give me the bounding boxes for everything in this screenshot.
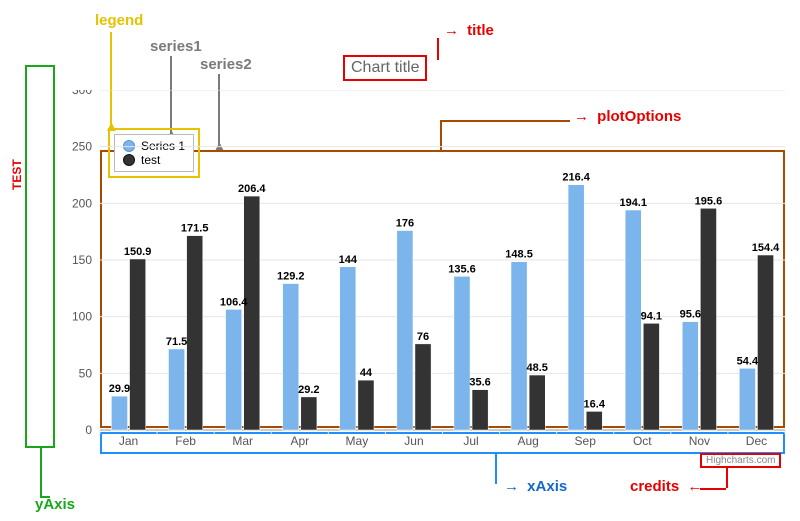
bar[interactable] <box>111 396 127 430</box>
data-label: 194.1 <box>619 197 647 209</box>
data-label: 29.2 <box>298 384 319 396</box>
bar[interactable] <box>700 208 716 430</box>
data-label: 48.5 <box>526 362 547 374</box>
data-label: 54.4 <box>737 355 759 367</box>
data-label: 35.6 <box>469 377 490 389</box>
xaxis-tick: Mar <box>232 434 253 448</box>
bar[interactable] <box>301 397 317 430</box>
arrow-left-icon: ← <box>687 478 702 495</box>
data-label: 16.4 <box>584 398 606 410</box>
bar[interactable] <box>682 322 698 430</box>
data-label: 176 <box>396 218 414 230</box>
data-label: 94.1 <box>641 310 662 322</box>
yaxis-title: TEST <box>10 159 24 190</box>
data-label: 71.5 <box>166 336 187 348</box>
anno-xaxis-line <box>495 452 497 484</box>
data-label: 206.4 <box>238 183 266 195</box>
data-label: 144 <box>339 254 358 266</box>
data-label: 44 <box>360 367 373 379</box>
svg-text:250: 250 <box>72 140 92 154</box>
data-label: 154.4 <box>752 242 780 254</box>
xaxis-tick: Sep <box>575 434 597 448</box>
svg-text:200: 200 <box>72 196 92 210</box>
xaxis-tick: Feb <box>175 434 196 448</box>
bar[interactable] <box>568 185 584 430</box>
xaxis-tick: Dec <box>746 434 767 448</box>
svg-text:50: 50 <box>79 366 93 380</box>
data-label: 171.5 <box>181 223 209 235</box>
bar[interactable] <box>472 390 488 430</box>
anno-credits-label: credits <box>630 478 679 495</box>
anno-xaxis-label: xAxis <box>527 478 567 495</box>
bar[interactable] <box>511 262 527 430</box>
anno-yaxis-line <box>40 448 42 496</box>
bar[interactable] <box>454 276 470 430</box>
xaxis-tick: Aug <box>517 434 538 448</box>
xaxis-tick: Oct <box>633 434 652 448</box>
svg-text:0: 0 <box>85 423 92 437</box>
bar[interactable] <box>226 309 242 430</box>
anno-series2-label: series2 <box>200 56 252 73</box>
arrow-right-icon: → <box>504 478 519 495</box>
data-label: 195.6 <box>695 195 723 207</box>
bar[interactable] <box>415 344 431 430</box>
anno-yaxis-hook <box>40 496 50 498</box>
bar[interactable] <box>283 284 299 430</box>
xaxis-tick: Apr <box>290 434 309 448</box>
svg-text:300: 300 <box>72 90 92 97</box>
anno-yaxis-label: yAxis <box>35 496 75 513</box>
bar[interactable] <box>586 411 602 430</box>
anno-series1-label: series1 <box>150 38 202 55</box>
data-label: 106.4 <box>220 296 248 308</box>
data-label: 216.4 <box>562 172 590 184</box>
anno-credits-hline <box>700 488 726 490</box>
anno-credits-vline <box>726 466 728 488</box>
xaxis-tick: May <box>346 434 369 448</box>
xaxis-tick: Jun <box>404 434 423 448</box>
arrow-right-icon: → <box>444 22 459 39</box>
data-label: 29.9 <box>109 383 130 395</box>
data-label: 135.6 <box>448 263 476 275</box>
anno-title-line <box>437 38 439 60</box>
xaxis-tick: Nov <box>689 434 710 448</box>
bar[interactable] <box>625 210 641 430</box>
chart: 0 50 100 150 200 250 300 29.9 150.9 71.5 171.5 106.… <box>60 90 790 450</box>
bar[interactable] <box>757 255 773 430</box>
bar[interactable] <box>529 375 545 430</box>
bar[interactable] <box>397 231 413 430</box>
anno-yaxis-box <box>25 65 55 448</box>
data-label: 76 <box>417 331 429 343</box>
bar[interactable] <box>739 368 755 430</box>
anno-title-label: title <box>467 22 494 39</box>
credits: Highcharts.com <box>700 453 781 468</box>
bar[interactable] <box>358 380 374 430</box>
bar[interactable] <box>130 259 146 430</box>
chart-title: Chart title <box>343 55 427 81</box>
anno-legend-label: legend <box>95 12 143 29</box>
bar[interactable] <box>643 323 659 430</box>
bars <box>111 185 773 430</box>
svg-text:150: 150 <box>72 253 92 267</box>
bar[interactable] <box>169 349 185 430</box>
data-label: 129.2 <box>277 271 305 283</box>
data-label: 148.5 <box>505 249 533 261</box>
bar[interactable] <box>187 236 203 430</box>
data-label: 150.9 <box>124 246 152 258</box>
svg-text:100: 100 <box>72 310 92 324</box>
data-label: 95.6 <box>680 309 701 321</box>
xaxis-tick: Jul <box>463 434 478 448</box>
xaxis-tick: Jan <box>119 434 138 448</box>
bar[interactable] <box>244 196 260 430</box>
bar[interactable] <box>340 267 356 430</box>
